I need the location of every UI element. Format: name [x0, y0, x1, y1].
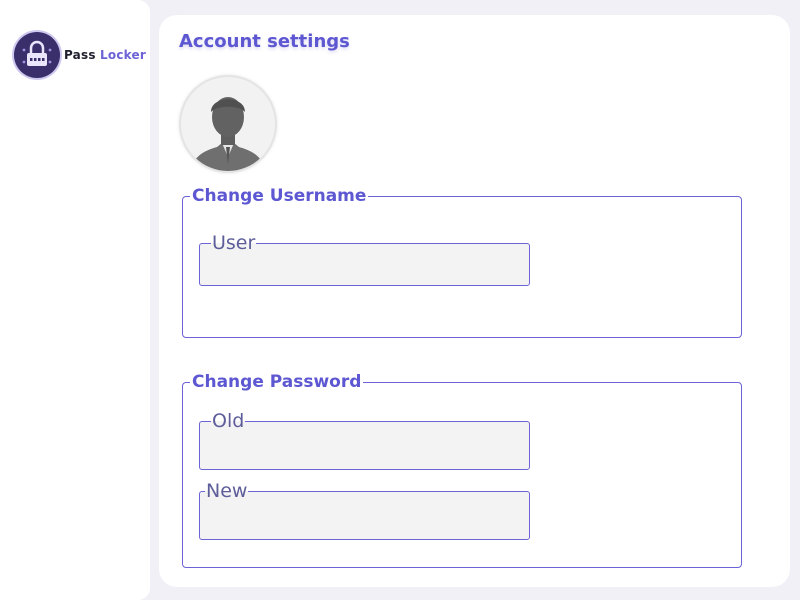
change-username-heading: Change Username: [192, 186, 367, 206]
brand-name: Pass Locker: [64, 48, 146, 62]
page-title: Account settings: [179, 31, 350, 52]
old-password-label: Old: [212, 410, 245, 432]
old-password-field[interactable]: Old: [199, 410, 530, 470]
brand-name-locker: Locker: [100, 48, 146, 62]
change-password-section: Change Password Old New: [182, 372, 742, 568]
lock-logo-icon: [14, 32, 60, 78]
old-password-input[interactable]: [200, 428, 529, 456]
new-password-input[interactable]: [200, 498, 529, 526]
new-password-field[interactable]: New: [199, 480, 530, 540]
brand-name-pass: Pass: [64, 48, 96, 62]
user-avatar-icon[interactable]: [179, 75, 277, 173]
main-panel: Account settings Change Username User Ch…: [159, 15, 790, 587]
sidebar: Pass Locker: [0, 0, 150, 600]
new-password-label: New: [206, 480, 248, 502]
app-logo[interactable]: Pass Locker: [14, 32, 146, 78]
change-username-section: Change Username User: [182, 186, 742, 338]
username-field[interactable]: User: [199, 232, 530, 286]
change-password-heading: Change Password: [192, 372, 362, 392]
username-input[interactable]: [200, 250, 529, 278]
username-field-label: User: [212, 232, 256, 254]
